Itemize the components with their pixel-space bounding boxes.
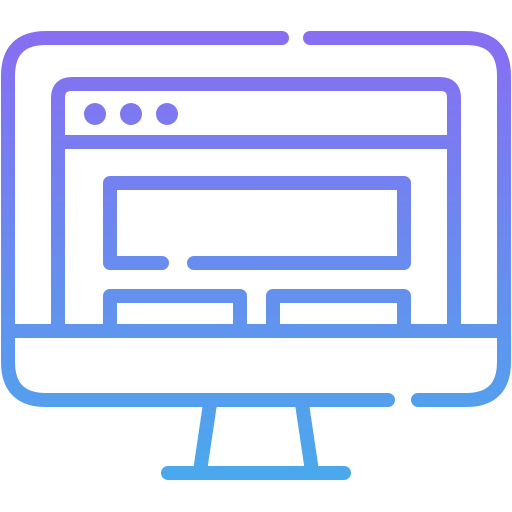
stand-right-leg	[295, 397, 319, 478]
window-dot-icon	[120, 103, 142, 125]
desktop-website-icon	[1, 31, 511, 480]
window-dot-icon	[84, 103, 106, 125]
window-controls	[84, 103, 178, 125]
stand-left-leg	[193, 397, 217, 478]
content-hero-block	[103, 176, 411, 270]
window-dot-icon	[156, 103, 178, 125]
icon-canvas	[0, 0, 512, 512]
